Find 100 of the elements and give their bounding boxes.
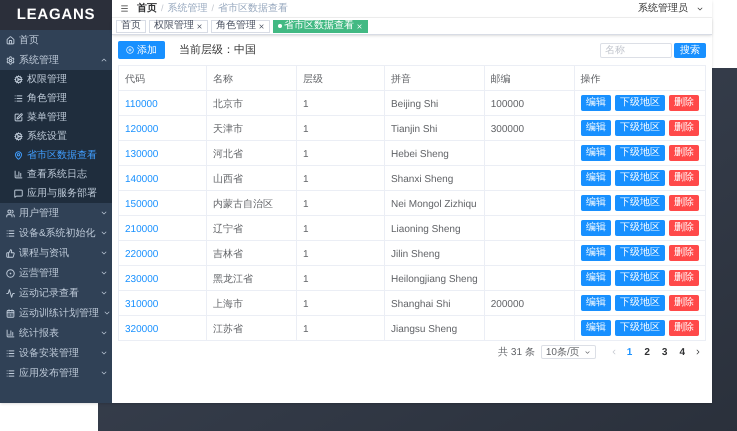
sidebar-submenu-item[interactable]: 查看系统日志 [0,165,112,184]
code-link[interactable]: 210000 [125,224,158,235]
next-page-icon[interactable] [694,348,702,356]
subregion-button[interactable]: 下级地区 [614,270,665,286]
close-icon[interactable] [196,22,203,30]
table-cell: 山西省 [213,174,243,185]
home-icon [6,36,15,44]
edit-button[interactable]: 编辑 [580,120,611,136]
sidebar-menu-item[interactable]: 设备&系统初始化 [0,223,112,243]
page-number[interactable]: 4 [676,344,688,360]
page-number[interactable]: 3 [658,344,670,360]
sidebar-menu-item[interactable]: 运动记录查看 [0,283,112,303]
breadcrumb-link[interactable]: 系统管理 [168,1,208,16]
code-link[interactable]: 130000 [125,149,158,160]
edit-button[interactable]: 编辑 [580,270,611,286]
settings-icon [6,56,15,64]
table-cell: 上海市 [213,299,243,310]
table-cell: 1 [303,224,309,235]
code-link[interactable]: 120000 [125,124,158,135]
subregion-button[interactable]: 下级地区 [614,220,665,236]
page-number[interactable]: 1 [624,344,636,360]
edit-button[interactable]: 编辑 [580,320,611,336]
column-header: 拼音 [391,74,411,85]
sidebar-submenu-item[interactable]: 系统设置 [0,127,112,146]
sidebar-menu-item[interactable]: 系统管理 [0,50,112,70]
add-button[interactable]: 添加 [118,41,165,59]
sidebar-submenu-item[interactable]: 应用与服务部署 [0,184,112,203]
edit-button[interactable]: 编辑 [580,195,611,211]
table-cell: 辽宁省 [213,224,243,235]
page-size-select[interactable]: 10条/页 [540,345,596,359]
sidebar-submenu-item[interactable]: 菜单管理 [0,108,112,127]
subregion-button[interactable]: 下级地区 [614,195,665,211]
subregion-button[interactable]: 下级地区 [614,95,665,111]
delete-button[interactable]: 删除 [668,220,699,236]
sidebar-submenu-item[interactable]: 权限管理 [0,70,112,89]
edit-button[interactable]: 编辑 [580,295,611,311]
delete-button[interactable]: 删除 [668,295,699,311]
subregion-button[interactable]: 下级地区 [614,320,665,336]
close-icon[interactable] [258,22,265,30]
code-link[interactable]: 310000 [125,299,158,310]
edit-button[interactable]: 编辑 [580,245,611,261]
sidebar-menu-item[interactable]: 用户管理 [0,203,112,223]
breadcrumb-link[interactable]: 省市区数据查看 [218,1,288,16]
sidebar-submenu-item[interactable]: 角色管理 [0,89,112,108]
table-cell: 1 [303,99,309,110]
activity-icon [6,288,15,298]
edit-button[interactable]: 编辑 [580,145,611,161]
subregion-button[interactable]: 下级地区 [614,120,665,136]
menu-icon[interactable] [120,4,129,13]
sidebar-menu-item[interactable]: 应用发布管理 [0,363,112,383]
page-tab[interactable]: 权限管理 [149,20,208,32]
code-link[interactable]: 220000 [125,249,158,260]
column-header: 名称 [213,74,233,85]
bar-chart-icon [6,328,15,338]
chevron-down-icon [100,209,108,217]
delete-button[interactable]: 删除 [668,245,699,261]
list-icon [6,228,15,238]
edit-button[interactable]: 编辑 [580,95,611,111]
table-cell: 吉林省 [213,249,243,260]
breadcrumb-separator: / [212,2,214,15]
sidebar-menu-item[interactable]: 首页 [0,30,112,50]
user-name[interactable]: 系统管理员 [638,1,688,16]
code-link[interactable]: 110000 [125,99,158,110]
bar-chart-icon [14,170,23,179]
delete-button[interactable]: 删除 [668,170,699,186]
subregion-button[interactable]: 下级地区 [614,145,665,161]
delete-button[interactable]: 删除 [668,270,699,286]
table-cell: 300000 [490,124,524,135]
code-link[interactable]: 230000 [125,274,158,285]
delete-button[interactable]: 删除 [668,195,699,211]
table-cell: 1 [303,274,309,285]
table-cell: Shanghai Shi [391,299,450,310]
sidebar-menu-item[interactable]: 课程与资讯 [0,243,112,263]
page-tab[interactable]: 首页 [116,20,146,32]
subregion-button[interactable]: 下级地区 [614,245,665,261]
sidebar-menu-item[interactable]: 运营管理 [0,263,112,283]
sidebar-menu-item[interactable]: 统计报表 [0,323,112,343]
code-link[interactable]: 320000 [125,324,158,335]
page-tab[interactable]: 省市区数据查看 [273,20,368,32]
subregion-button[interactable]: 下级地区 [614,295,665,311]
code-link[interactable]: 140000 [125,174,158,185]
chevron-down-icon [100,329,108,337]
edit-button[interactable]: 编辑 [580,170,611,186]
sidebar-menu-item[interactable]: 设备安装管理 [0,343,112,363]
code-link[interactable]: 150000 [125,199,158,210]
search-field[interactable]: 名称 [600,42,672,58]
sidebar-submenu-item[interactable]: 省市区数据查看 [0,146,112,165]
delete-button[interactable]: 删除 [668,120,699,136]
table-cell: 江苏省 [213,324,243,335]
delete-button[interactable]: 删除 [668,95,699,111]
search-button[interactable]: 搜索 [674,42,706,58]
delete-button[interactable]: 删除 [668,320,699,336]
subregion-button[interactable]: 下级地区 [614,170,665,186]
breadcrumb-link[interactable]: 首页 [137,1,157,16]
edit-button[interactable]: 编辑 [580,220,611,236]
table-cell: Heilongjiang Sheng [391,274,478,285]
page-tab[interactable]: 角色管理 [211,20,270,32]
delete-button[interactable]: 删除 [668,145,699,161]
page-number[interactable]: 2 [641,344,653,360]
sidebar-menu-item[interactable]: 运动训练计划管理 [0,303,112,323]
